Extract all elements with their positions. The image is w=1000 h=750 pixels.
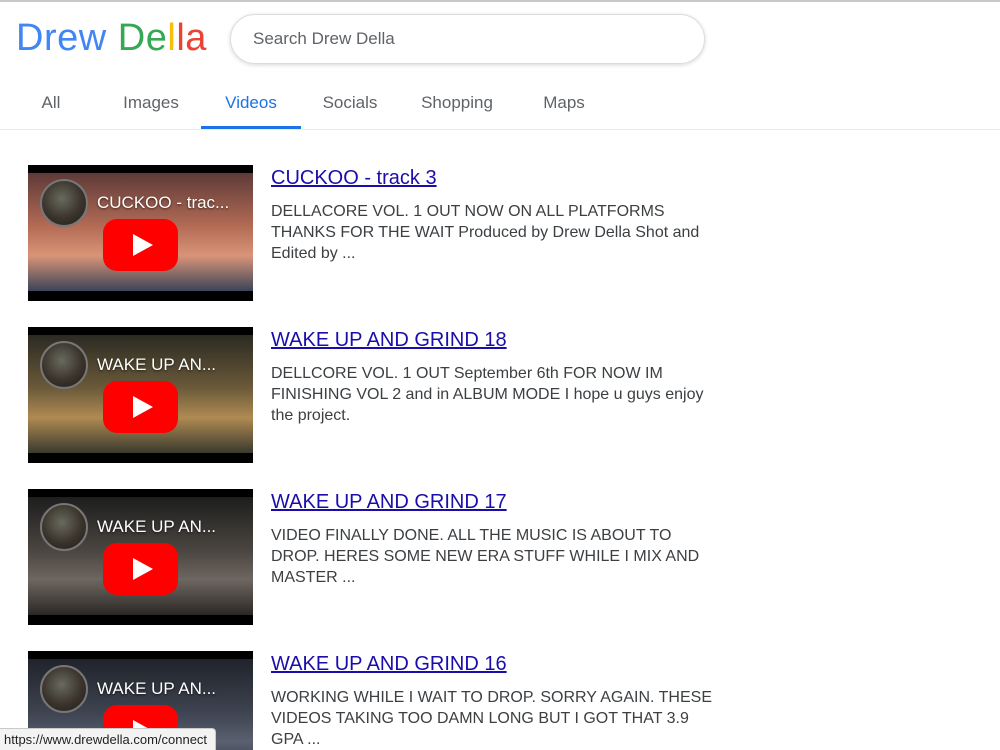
video-thumbnail[interactable]: CUCKOO - trac... (28, 165, 253, 301)
channel-avatar (40, 665, 88, 713)
brand-logo[interactable]: Drew Della (16, 16, 207, 60)
result-description: DELLACORE VOL. 1 OUT NOW ON ALL PLATFORM… (271, 203, 700, 262)
play-icon[interactable] (103, 543, 178, 595)
status-bar-url: https://www.drewdella.com/connect (0, 728, 217, 750)
page: Drew Della All Images Videos Socials Sho… (0, 0, 1000, 750)
video-thumbnail[interactable]: WAKE UP AN... (28, 327, 253, 463)
video-result: WAKE UP AN... WAKE UP AND GRIND 18 DELLC… (28, 327, 728, 463)
channel-avatar (40, 341, 88, 389)
logo-letter (107, 16, 118, 60)
logo-letter: l (176, 17, 186, 59)
logo-letter: w (78, 17, 107, 59)
tab-all[interactable]: All (20, 80, 82, 130)
result-description: WORKING WHILE I WAIT TO DROP. SORRY AGAI… (271, 689, 712, 748)
result-description: DELLCORE VOL. 1 OUT September 6th FOR NO… (271, 365, 704, 424)
logo-letter: D (117, 17, 146, 59)
result-description: VIDEO FINALLY DONE. ALL THE MUSIC IS ABO… (271, 527, 700, 586)
tab-socials[interactable]: Socials (310, 80, 390, 130)
logo-letter: l (167, 17, 177, 59)
video-thumbnail[interactable]: WAKE UP AN... (28, 489, 253, 625)
thumbnail-title: CUCKOO - trac... (97, 193, 230, 212)
tab-videos[interactable]: Videos (201, 80, 301, 130)
result-title-link[interactable]: CUCKOO - track 3 (271, 167, 437, 190)
logo-letter: e (57, 17, 79, 59)
play-icon[interactable] (103, 219, 178, 271)
video-result: WAKE UP AN... WAKE UP AND GRIND 17 VIDEO… (28, 489, 728, 625)
thumbnail-title: WAKE UP AN... (97, 517, 217, 536)
result-title-link[interactable]: WAKE UP AND GRIND 16 (271, 653, 507, 676)
thumbnail-title: WAKE UP AN... (97, 679, 217, 698)
result-title-link[interactable]: WAKE UP AND GRIND 17 (271, 491, 507, 514)
search-input[interactable] (253, 29, 704, 49)
tab-images[interactable]: Images (110, 80, 192, 130)
thumbnail-title: WAKE UP AN... (97, 355, 217, 374)
logo-letter: a (185, 17, 207, 59)
video-result: CUCKOO - trac... CUCKOO - track 3 DELLAC… (28, 165, 728, 301)
search-tabs: All Images Videos Socials Shopping Maps (0, 80, 1000, 130)
logo-letter: r (43, 17, 58, 59)
search-box[interactable] (230, 14, 705, 64)
channel-avatar (40, 179, 88, 227)
logo-letter: D (16, 17, 44, 59)
channel-avatar (40, 503, 88, 551)
tab-maps[interactable]: Maps (530, 80, 598, 130)
top-divider (0, 0, 1000, 2)
active-tab-indicator (201, 126, 301, 129)
play-icon[interactable] (103, 381, 178, 433)
logo-letter: e (145, 17, 168, 59)
result-title-link[interactable]: WAKE UP AND GRIND 18 (271, 329, 507, 352)
tab-shopping[interactable]: Shopping (408, 80, 506, 130)
